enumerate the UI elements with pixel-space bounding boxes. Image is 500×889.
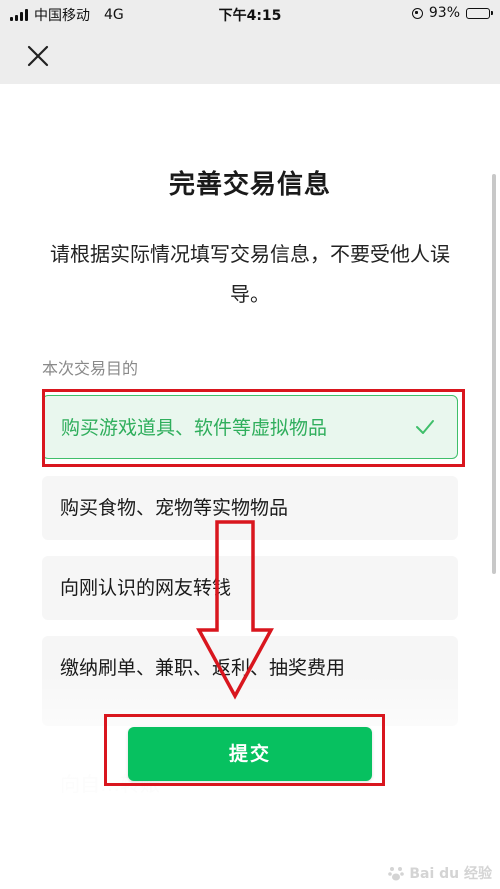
close-button[interactable] xyxy=(22,40,54,72)
check-icon xyxy=(416,420,434,434)
content-area: 完善交易信息 请根据实际情况填写交易信息，不要受他人误导。 本次交易目的 购买游… xyxy=(0,84,500,889)
close-icon xyxy=(27,45,49,67)
option-label: 购买食物、宠物等实物物品 xyxy=(60,497,289,519)
scrollbar[interactable] xyxy=(492,174,496,574)
section-label: 本次交易目的 xyxy=(42,359,139,378)
option-transfer-to-new-friend[interactable]: 向刚认识的网友转钱 xyxy=(42,556,458,620)
watermark: Bai du 经验 xyxy=(387,863,492,883)
orientation-lock-icon xyxy=(411,7,423,19)
status-right: 93% xyxy=(411,5,493,21)
battery-icon xyxy=(466,7,493,19)
option-virtual-goods[interactable]: 购买游戏道具、软件等虚拟物品 xyxy=(42,395,458,459)
option-label: 向刚认识的网友转钱 xyxy=(60,577,232,599)
page-description: 请根据实际情况填写交易信息，不要受他人误导。 xyxy=(50,242,450,306)
status-bar: 中国移动 4G 下午4:15 93% xyxy=(0,0,500,28)
option-label: 缴纳刷单、兼职、返利、抽奖费用 xyxy=(60,657,346,679)
nav-bar xyxy=(0,28,500,84)
option-pay-fees[interactable]: 缴纳刷单、兼职、返利、抽奖费用 xyxy=(42,636,458,726)
battery-percent: 93% xyxy=(428,5,460,21)
page-title: 完善交易信息 xyxy=(168,170,331,200)
option-label: 购买游戏道具、软件等虚拟物品 xyxy=(61,417,328,439)
paw-icon xyxy=(388,867,405,881)
watermark-text: Bai du 经验 xyxy=(409,866,492,882)
submit-button[interactable]: 提交 xyxy=(128,727,372,781)
option-physical-goods[interactable]: 购买食物、宠物等实物物品 xyxy=(42,476,458,540)
